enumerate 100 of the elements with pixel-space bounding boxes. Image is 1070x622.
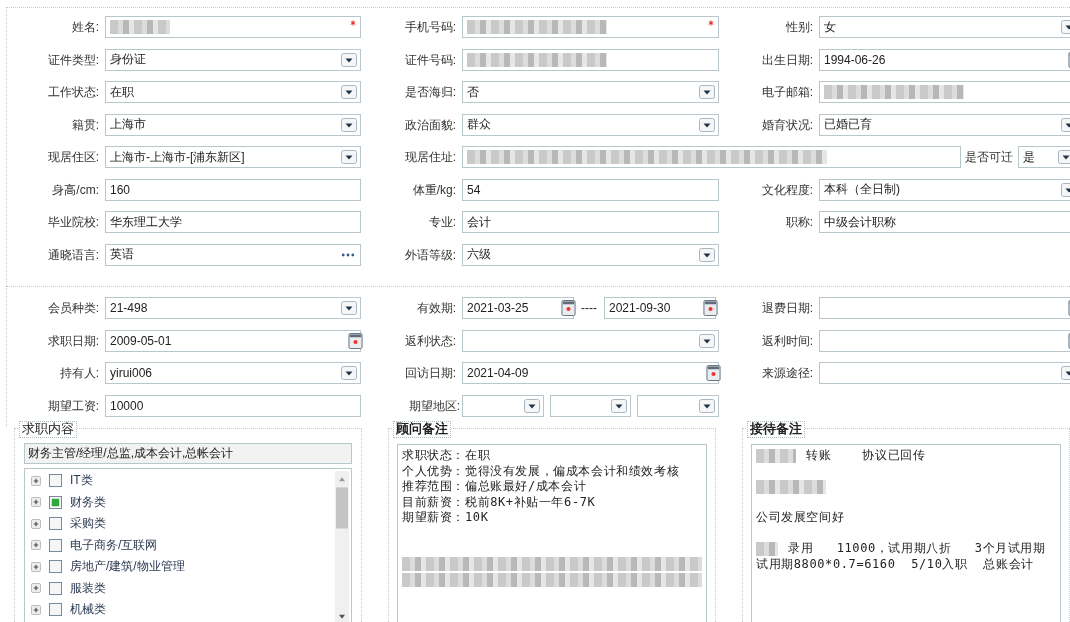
calendar-icon[interactable] <box>561 299 576 317</box>
dropdown[interactable]: 女 <box>819 16 1070 38</box>
input-field[interactable] <box>462 16 719 38</box>
field-label: 期望工资: <box>46 397 100 415</box>
expand-icon[interactable] <box>31 561 41 572</box>
calendar-icon[interactable] <box>703 299 718 317</box>
field-label: 工作状态: <box>46 84 100 101</box>
note-line: 试用期8800*0.7=6160 5/10入职 总账会计 <box>756 556 1034 572</box>
dropdown-arrow-icon[interactable] <box>1058 150 1070 164</box>
date-field[interactable] <box>819 297 1070 319</box>
checkbox[interactable] <box>49 581 62 595</box>
input-field[interactable]: 英语 <box>105 243 361 266</box>
date-field[interactable]: 2021-04-09 <box>462 362 719 384</box>
field-label: 文化程度: <box>760 181 814 199</box>
input-field[interactable]: 财务主管/经理/总监,成本会计,总帐会计 <box>24 443 352 464</box>
tree-item[interactable]: 采购类 <box>70 515 106 533</box>
field-label: 持有人: <box>58 365 100 382</box>
date-field[interactable] <box>819 329 1070 352</box>
expand-icon[interactable] <box>31 475 41 486</box>
note-line: 推荐范围：偏总账最好/成本会计 <box>402 479 587 495</box>
dropdown[interactable]: 在职 <box>105 81 361 103</box>
field-label: 电子邮箱: <box>760 84 814 101</box>
tree-item[interactable]: 服装类 <box>70 579 106 597</box>
field-label: 退费日期: <box>760 300 814 317</box>
input-field[interactable]: 10000 <box>105 394 361 417</box>
note-line: 求职状态：在职 <box>402 448 491 464</box>
note-line: 期望薪资：10K <box>402 510 489 526</box>
field-label: 证件类型: <box>46 51 100 69</box>
dropdown[interactable]: 否 <box>462 81 719 103</box>
field-label: 姓名: <box>70 19 100 36</box>
dropdown[interactable]: 是 <box>1018 146 1070 168</box>
scrollbar[interactable] <box>335 471 349 622</box>
note-line: 个人优势：觉得没有发展，偏成本会计和绩效考核 <box>402 463 680 479</box>
checkbox[interactable] <box>49 538 62 552</box>
field-label: 外语等级: <box>403 246 457 264</box>
checkbox[interactable] <box>49 560 62 574</box>
expand-icon[interactable] <box>31 540 41 551</box>
dropdown[interactable]: 本科（全日制) <box>819 178 1070 201</box>
dropdown[interactable]: 已婚已育 <box>819 113 1070 136</box>
field-label: 体重/kg: <box>411 181 457 199</box>
field-label: 政治面貌: <box>403 116 457 134</box>
blurred-block <box>756 479 826 494</box>
input-field[interactable]: 54 <box>462 178 719 201</box>
dropdown[interactable]: 上海市-上海市-[浦东新区] <box>105 146 361 168</box>
input-field[interactable] <box>819 81 1070 103</box>
dropdown[interactable]: 六级 <box>462 243 719 266</box>
field-label: 会员种类: <box>46 300 100 317</box>
field-label: 婚育状况: <box>760 116 814 134</box>
date-field[interactable]: 1994-06-26 <box>819 48 1070 71</box>
input-field[interactable]: 会计 <box>462 211 719 233</box>
field-label: 出生日期: <box>760 51 814 69</box>
field-label: 回访日期: <box>403 365 457 382</box>
field-label: 性别: <box>784 19 814 36</box>
text-area[interactable]: 求职状态：在职 个人优势：觉得没有发展，偏成本会计和绩效考核 推荐范围：偏总账最好/成本会计 目前薪资：税前8K+补贴一年6-7K 期望薪资：10K <box>397 444 707 622</box>
field-label: 毕业院校: <box>46 214 100 231</box>
tree-item[interactable]: 房地产/建筑/物业管理 <box>70 558 185 576</box>
input-field[interactable]: 160 <box>105 178 361 201</box>
tree-item[interactable]: 电子商务/互联网 <box>70 536 158 554</box>
dropdown[interactable]: 身份证 <box>105 48 361 71</box>
input-field[interactable]: 华东理工大学 <box>105 211 361 233</box>
field-label: 是否可迁 <box>964 149 1014 166</box>
field-label: 期望地区: <box>407 397 461 415</box>
date-field[interactable]: 2021-09-30 <box>604 297 716 319</box>
note-line: 转账 协议已回传 <box>806 448 926 464</box>
input-field[interactable] <box>462 48 719 71</box>
calendar-icon[interactable] <box>706 364 721 382</box>
field-label: 求职日期: <box>46 332 100 350</box>
dropdown[interactable]: yirui006 <box>105 362 361 384</box>
range-separator: ---- <box>580 300 598 317</box>
date-field[interactable]: 2009-05-01 <box>105 329 361 352</box>
field-label: 现居住址: <box>403 149 457 166</box>
field-label: 返利状态: <box>403 332 457 350</box>
tree-item[interactable]: 机械类 <box>70 601 106 619</box>
note-line: 公司发展空间好 <box>756 510 845 526</box>
input-field[interactable] <box>462 146 961 168</box>
tree-item[interactable]: IT类 <box>70 472 93 490</box>
field-label: 是否海归: <box>403 84 457 101</box>
field-label: 证件号码: <box>403 51 457 69</box>
checkbox[interactable] <box>49 517 62 531</box>
dropdown[interactable]: 21-498 <box>105 297 361 319</box>
date-field[interactable]: 2021-03-25 <box>462 297 574 319</box>
dropdown[interactable]: 群众 <box>462 113 719 136</box>
checkbox[interactable] <box>49 474 62 488</box>
checkbox[interactable] <box>49 495 62 509</box>
tree-item[interactable]: 财务类 <box>70 493 106 511</box>
dropdown[interactable]: 上海市 <box>105 113 361 136</box>
input-field[interactable]: 中级会计职称 <box>819 211 1070 233</box>
more-icon[interactable] <box>341 252 355 257</box>
expand-icon[interactable] <box>31 604 41 615</box>
note-line: 目前薪资：税前8K+补贴一年6-7K <box>402 494 596 510</box>
text-area[interactable]: 转账 协议已回传 公司发展空间好 录用 11000，试用期八折 3个月试用期 试用期8800*0.7=6160 5/10入职 总账会计 <box>751 444 1061 622</box>
input-field[interactable] <box>105 16 361 38</box>
panel-legend: 顾问备注 <box>393 421 451 438</box>
field-label: 手机号码: <box>403 19 457 36</box>
expand-icon[interactable] <box>31 583 41 594</box>
expand-icon[interactable] <box>31 518 41 529</box>
checkbox[interactable] <box>49 603 62 617</box>
expand-icon[interactable] <box>31 497 41 508</box>
calendar-icon[interactable] <box>348 331 363 350</box>
panel-legend: 求职内容 <box>19 421 77 438</box>
